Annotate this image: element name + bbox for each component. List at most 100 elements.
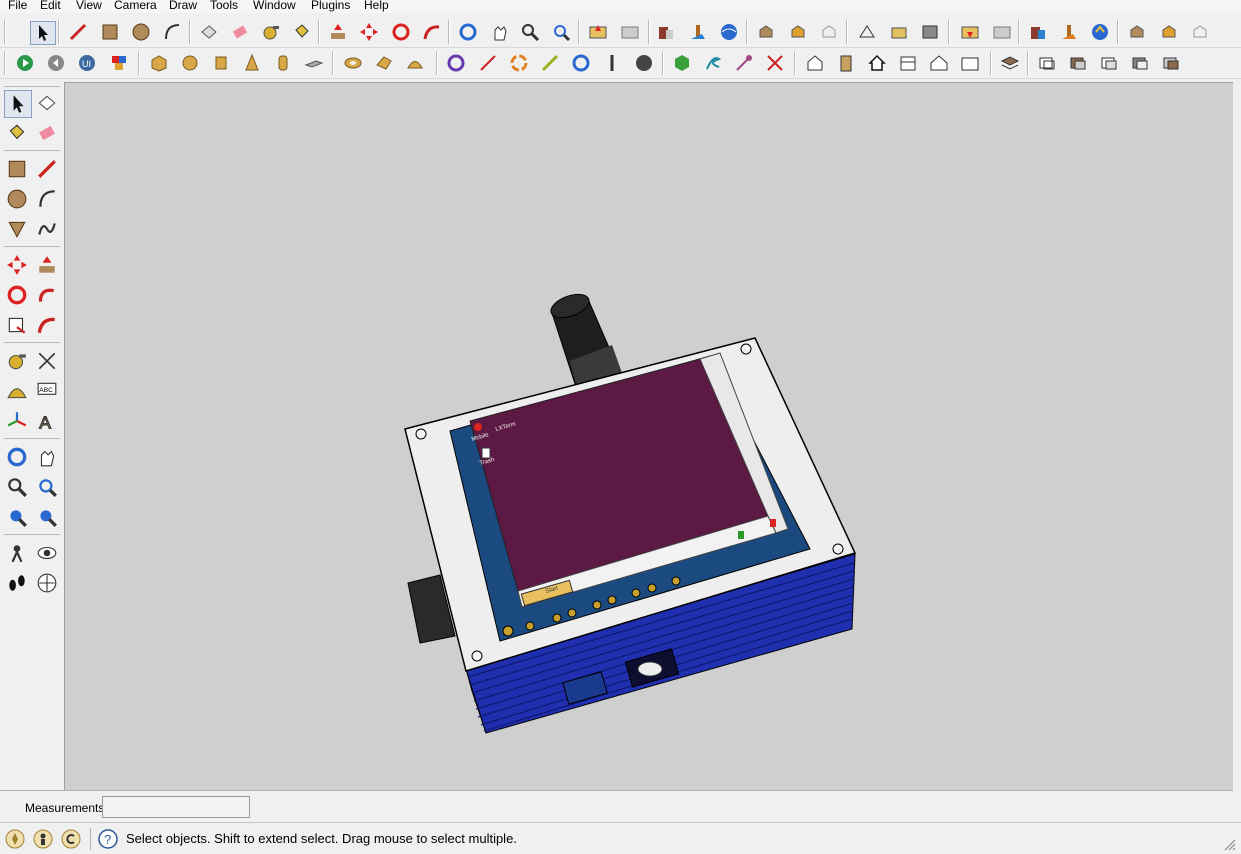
green-hex-icon[interactable] [670, 52, 694, 74]
eraser-icon[interactable] [34, 120, 60, 146]
offset-icon[interactable] [34, 312, 60, 338]
add-location-icon[interactable] [586, 21, 610, 43]
rectangle-icon[interactable] [4, 156, 30, 182]
tape-measure-icon[interactable] [4, 348, 30, 374]
look-around-icon[interactable] [34, 540, 60, 566]
3d-text-icon[interactable]: A [34, 408, 60, 434]
sandbox-from-scratch-icon[interactable] [855, 21, 879, 43]
section-plane-icon[interactable] [34, 570, 60, 596]
arc-icon[interactable] [34, 186, 60, 212]
arc-orange-icon[interactable] [507, 52, 531, 74]
select-icon[interactable] [30, 21, 56, 45]
geo-location-icon[interactable] [5, 829, 25, 849]
axes-icon[interactable] [4, 408, 30, 434]
orbit-icon[interactable] [4, 444, 30, 470]
preview-google-earth-icon[interactable] [686, 21, 710, 43]
menu-help[interactable]: Help [364, 0, 389, 12]
section-2-icon[interactable] [1066, 52, 1090, 74]
stamp-icon[interactable] [918, 21, 942, 43]
rewind-icon[interactable] [44, 52, 68, 74]
drape-icon[interactable] [958, 21, 982, 43]
move-icon[interactable] [357, 21, 381, 43]
line-yellow-icon[interactable] [538, 52, 562, 74]
menu-tools[interactable]: Tools [210, 0, 238, 12]
paint-bucket-icon[interactable] [4, 120, 30, 146]
line-icon[interactable] [34, 156, 60, 182]
next-icon[interactable] [34, 504, 60, 530]
menu-draw[interactable]: Draw [169, 0, 197, 12]
dome-icon[interactable] [403, 52, 427, 74]
share-component-icon[interactable] [786, 21, 810, 43]
component-icon[interactable] [34, 90, 60, 116]
share-model-icon[interactable] [754, 21, 778, 43]
pencil-icon[interactable] [66, 21, 90, 43]
home-icon[interactable] [865, 52, 889, 74]
plugin-cubes-icon[interactable] [107, 52, 131, 74]
pan-icon[interactable] [34, 444, 60, 470]
plate-icon[interactable] [302, 52, 326, 74]
section-4-icon[interactable] [1128, 52, 1152, 74]
previous-icon[interactable] [4, 504, 30, 530]
line-red-icon[interactable] [476, 52, 500, 74]
toggle-terrain-icon[interactable] [618, 21, 642, 43]
text-icon[interactable]: ABC [34, 378, 60, 404]
zoom-extents-icon[interactable] [549, 21, 573, 43]
select-icon[interactable] [4, 90, 32, 118]
cross-icon[interactable] [763, 52, 787, 74]
push-pull-icon[interactable] [34, 252, 60, 278]
flip-edge-icon[interactable] [1026, 21, 1050, 43]
section-5-icon[interactable] [1159, 52, 1183, 74]
get-component-icon[interactable] [1188, 21, 1212, 43]
circle-dark-icon[interactable] [632, 52, 656, 74]
add-detail-icon[interactable] [990, 21, 1014, 43]
rotate-icon[interactable] [389, 21, 413, 43]
zoom-icon[interactable] [518, 21, 542, 43]
polygon-icon[interactable] [4, 216, 30, 242]
get-models-icon[interactable] [717, 21, 741, 43]
protractor-icon[interactable] [4, 378, 30, 404]
cone-icon[interactable] [240, 52, 264, 74]
freehand-icon[interactable] [34, 216, 60, 242]
smoove-icon[interactable] [887, 21, 911, 43]
measurements-input[interactable] [102, 796, 250, 818]
drawing-viewport[interactable]: Mobile LXTerm Trash Start [65, 82, 1233, 791]
zoom-icon[interactable] [4, 474, 30, 500]
section-3-icon[interactable] [1097, 52, 1121, 74]
dimension-icon[interactable] [34, 348, 60, 374]
cylinder-icon[interactable] [209, 52, 233, 74]
help-icon[interactable]: ? [98, 829, 118, 849]
rectangle-icon[interactable] [98, 21, 122, 43]
sphere-icon[interactable] [178, 52, 202, 74]
component-icon[interactable] [197, 21, 221, 43]
rotate-icon[interactable] [4, 282, 30, 308]
window-icon[interactable] [896, 52, 920, 74]
pan-icon[interactable] [488, 21, 512, 43]
menu-window[interactable]: Window [253, 0, 296, 12]
rotate-ccw-icon[interactable] [444, 52, 468, 74]
circle-icon[interactable] [129, 21, 153, 43]
wall-icon[interactable] [958, 52, 982, 74]
play-icon[interactable] [13, 52, 37, 74]
door-icon[interactable] [834, 52, 858, 74]
tape-measure-icon[interactable] [259, 21, 283, 43]
menu-file[interactable]: File [8, 0, 27, 12]
menu-edit[interactable]: Edit [40, 0, 61, 12]
menu-plugins[interactable]: Plugins [311, 0, 350, 12]
scale-icon[interactable] [4, 312, 30, 338]
credits-icon[interactable] [33, 829, 53, 849]
arc-icon[interactable] [160, 21, 184, 43]
push-pull-icon[interactable] [326, 21, 350, 43]
rotate-blue-icon[interactable] [569, 52, 593, 74]
section-1-icon[interactable] [1035, 52, 1059, 74]
position-camera-icon[interactable] [4, 540, 30, 566]
roof-icon[interactable] [927, 52, 951, 74]
tube-icon[interactable] [271, 52, 295, 74]
license-icon[interactable] [61, 829, 81, 849]
resize-grip-icon[interactable] [1222, 837, 1236, 851]
prism-icon[interactable] [372, 52, 396, 74]
download-icon[interactable] [1088, 21, 1112, 43]
menu-view[interactable]: View [76, 0, 102, 12]
house-icon[interactable] [803, 52, 827, 74]
menu-camera[interactable]: Camera [114, 0, 157, 12]
upload-icon[interactable] [1057, 21, 1081, 43]
